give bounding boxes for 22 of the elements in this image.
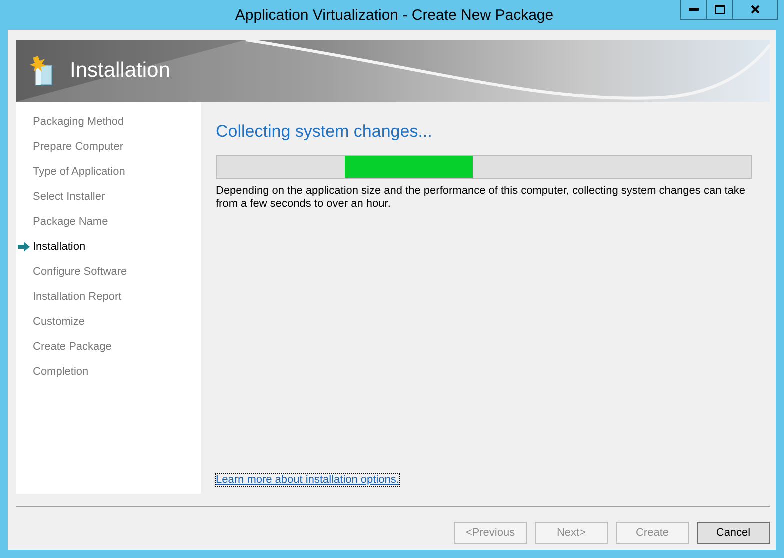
header-title: Installation <box>70 59 170 83</box>
step-label: Create Package <box>33 340 112 352</box>
description-text: Depending on the application size and the performance of this computer, collecting system changes can take from a few seconds to over an hour. <box>216 185 747 211</box>
minimize-button[interactable] <box>680 0 707 20</box>
step-label: Customize <box>33 316 85 328</box>
close-button[interactable] <box>732 0 778 20</box>
close-icon <box>750 5 760 14</box>
step-label: Select Installer <box>33 190 106 202</box>
window-title: Application Virtualization - Create New Package <box>234 6 555 24</box>
step-label: Package Name <box>33 216 108 228</box>
installation-options-link[interactable]: Learn more about installation options. <box>216 474 400 486</box>
wizard-button[interactable]: Cancel <box>697 522 770 544</box>
step-label: Installation <box>33 240 86 252</box>
step-label: Packaging Method <box>33 116 124 128</box>
step-label: Configure Software <box>33 266 128 278</box>
step-label: Installation Report <box>33 290 122 302</box>
maximize-icon <box>714 5 724 14</box>
step-label: Completion <box>33 366 89 378</box>
minimize-icon <box>688 8 698 12</box>
step-label: Type of Application <box>33 166 126 178</box>
step-label: Prepare Computer <box>33 140 124 152</box>
status-heading: Collecting system changes... <box>216 122 434 142</box>
